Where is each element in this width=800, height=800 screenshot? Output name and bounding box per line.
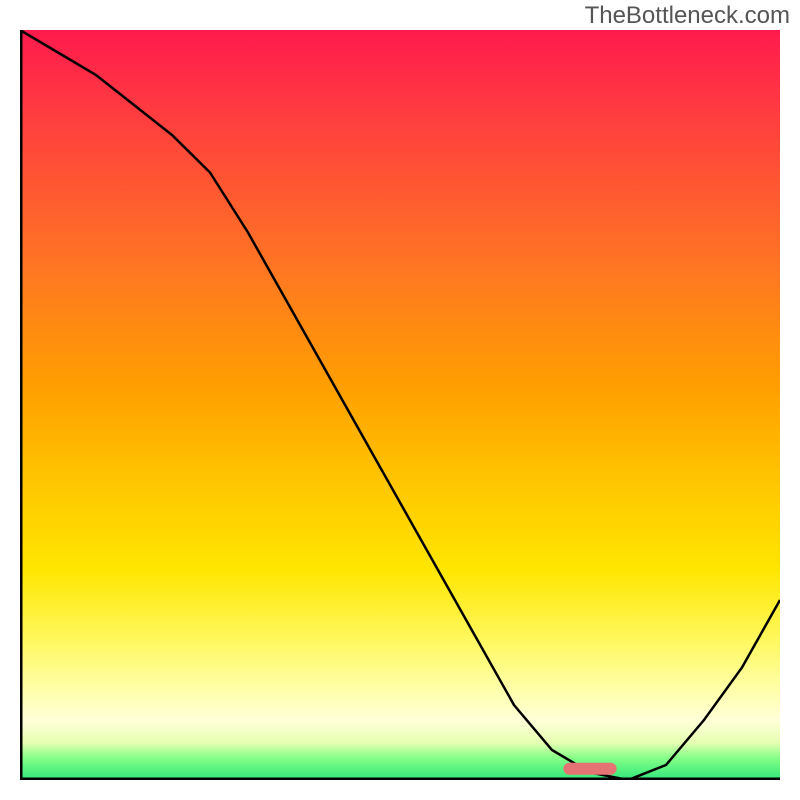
plot-area [20,30,780,780]
gradient-background [20,30,780,780]
watermark-label: TheBottleneck.com [585,2,790,30]
chart-container: TheBottleneck.com [0,0,800,800]
